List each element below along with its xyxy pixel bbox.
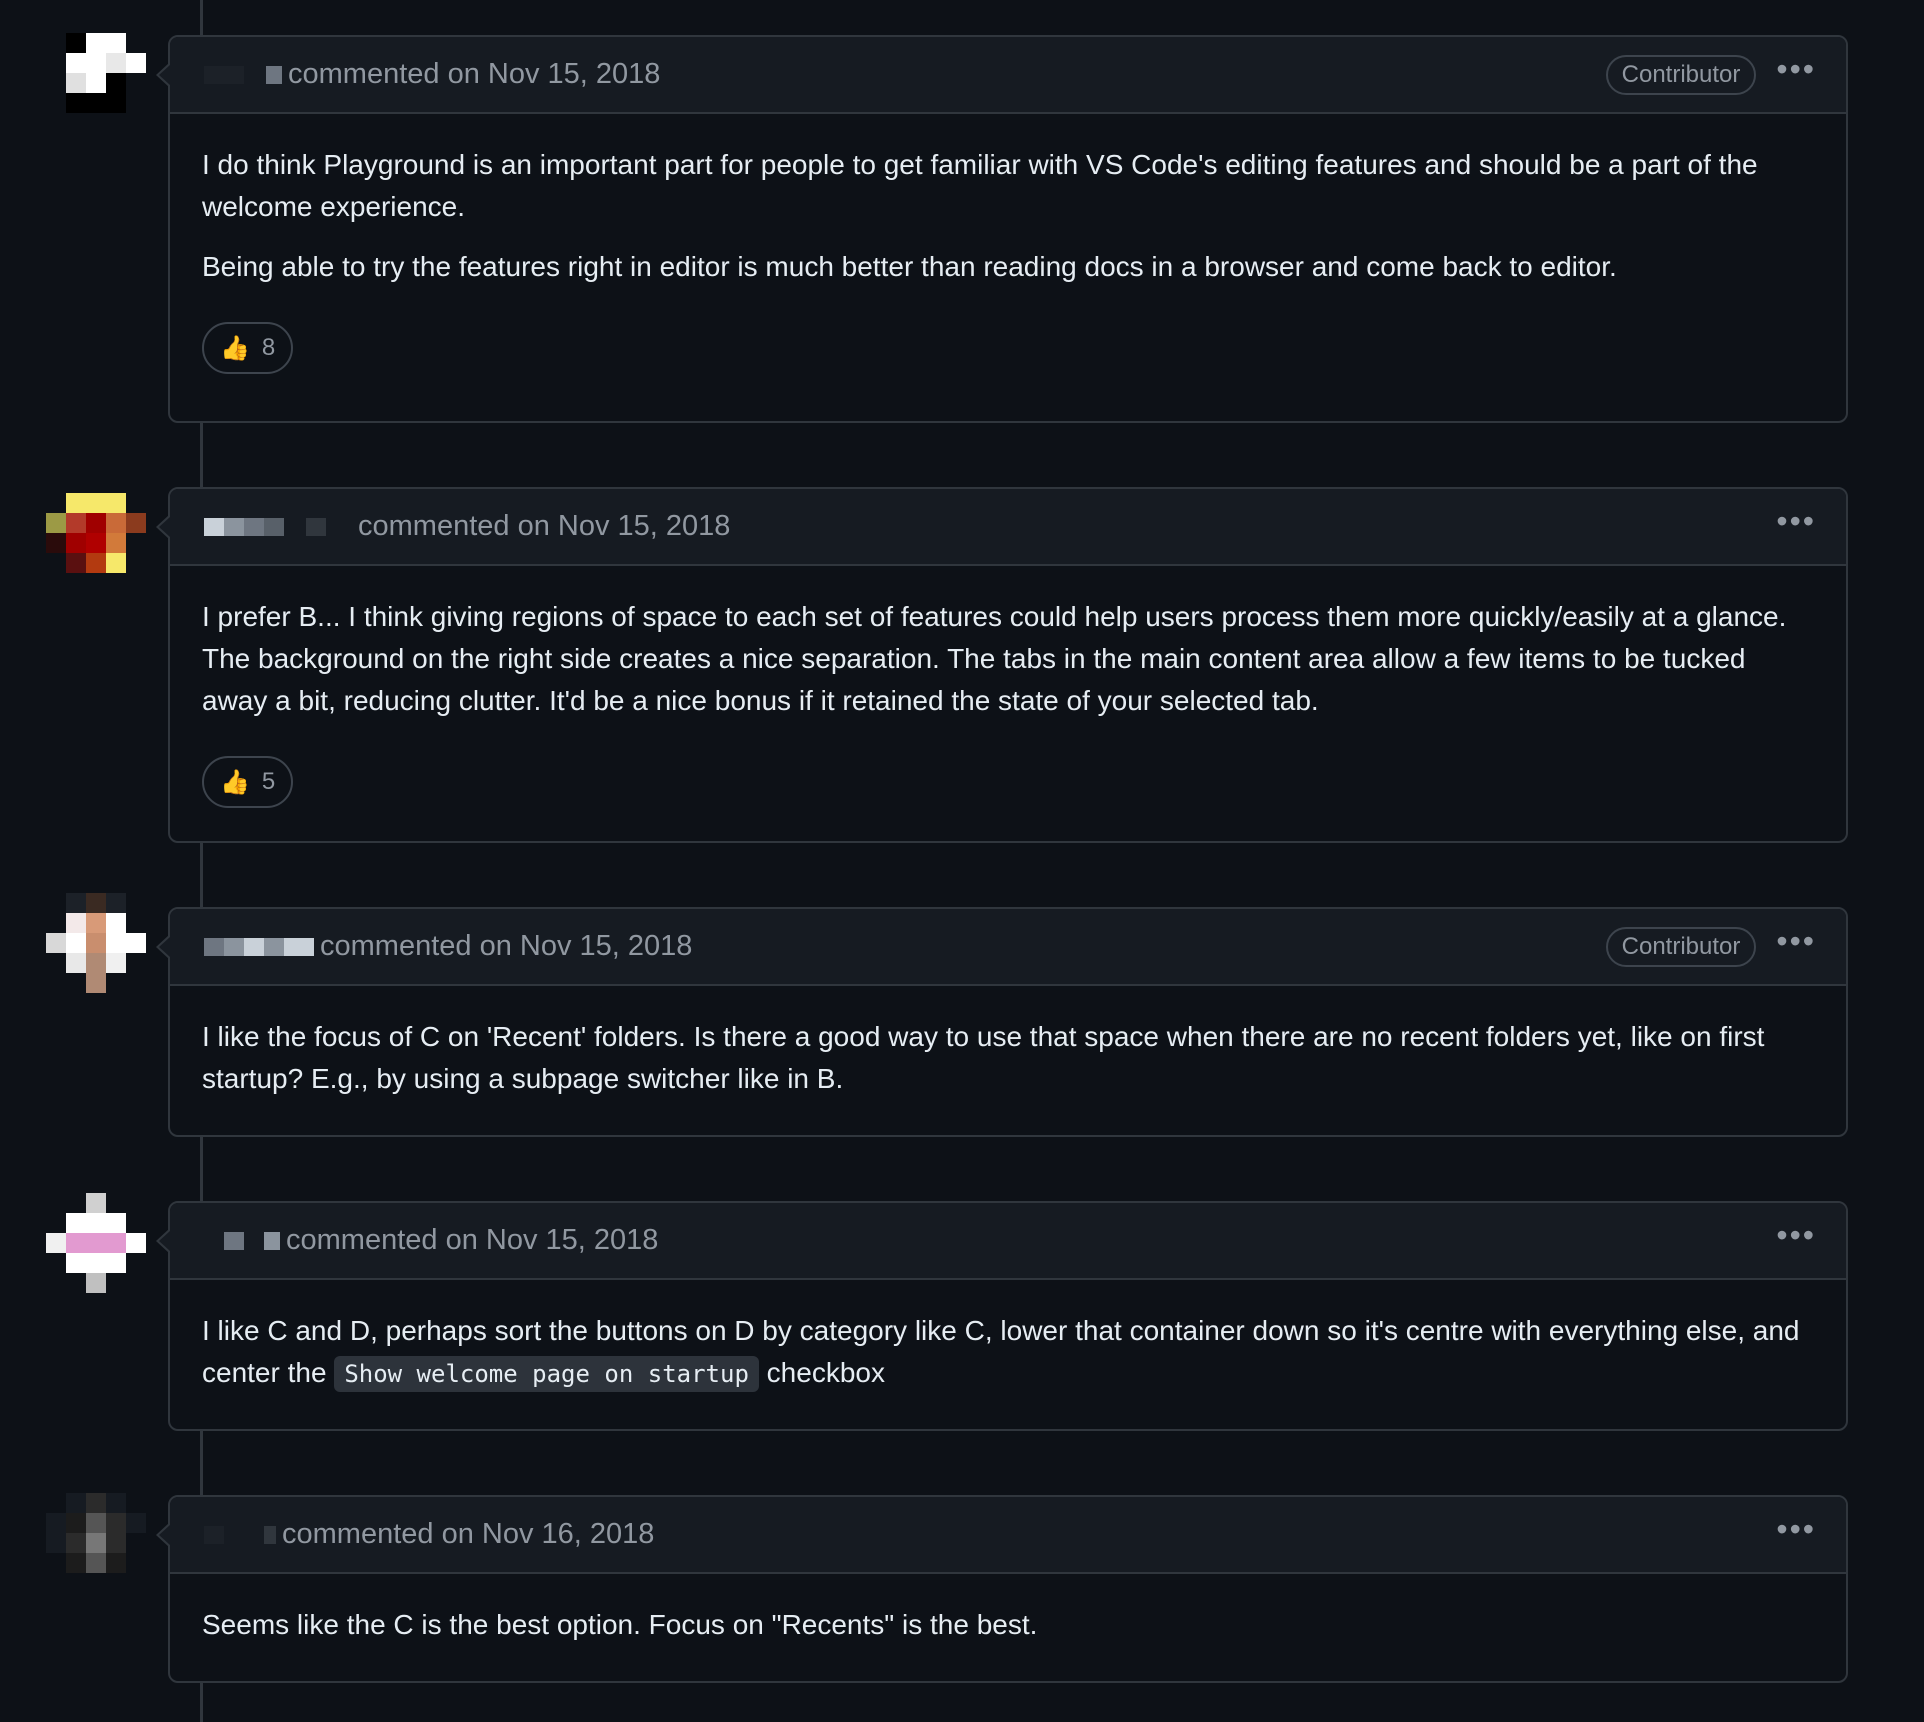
comment-paragraph: I like C and D, perhaps sort the buttons…	[202, 1310, 1814, 1395]
comment-box: commented on Nov 15, 2018 ••• I like C a…	[156, 1201, 1848, 1431]
comment-timestamp[interactable]: commented on Nov 15, 2018	[358, 510, 730, 543]
comment-timestamp[interactable]: commented on Nov 16, 2018	[282, 1518, 654, 1551]
kebab-horizontal-icon[interactable]: •••	[1776, 53, 1816, 97]
comment-header: commented on Nov 16, 2018 •••	[170, 1497, 1846, 1574]
author-name-redacted[interactable]	[204, 517, 326, 536]
author-name-redacted[interactable]	[204, 937, 314, 956]
avatar[interactable]	[66, 33, 146, 113]
thumbs-up-icon: 👍	[220, 334, 250, 362]
comment-paragraph: Being able to try the features right in …	[202, 251, 1617, 282]
comment-paragraph: I do think Playground is an important pa…	[202, 149, 1758, 222]
comment-timestamp[interactable]: commented on Nov 15, 2018	[320, 930, 692, 963]
comment-header: commented on Nov 15, 2018 Contributor ••…	[170, 37, 1846, 114]
reaction-button[interactable]: 👍 8	[202, 322, 294, 374]
kebab-horizontal-icon[interactable]: •••	[1776, 505, 1816, 549]
comment-paragraph: I like the focus of C on 'Recent' folder…	[202, 1021, 1765, 1094]
avatar[interactable]	[46, 893, 146, 993]
comment-box: commented on Nov 15, 2018 Contributor ••…	[156, 35, 1848, 423]
comment-body: I like C and D, perhaps sort the buttons…	[170, 1280, 1846, 1427]
author-name-redacted[interactable]	[204, 65, 282, 84]
avatar[interactable]	[46, 1193, 146, 1293]
avatar[interactable]	[46, 493, 146, 593]
avatar[interactable]	[46, 1493, 146, 1593]
comment-text: checkbox	[766, 1357, 885, 1388]
author-name-redacted[interactable]	[204, 1525, 276, 1544]
kebab-horizontal-icon[interactable]: •••	[1776, 1513, 1816, 1557]
comment-timeline: commented on Nov 15, 2018 Contributor ••…	[0, 0, 1924, 1722]
comment-header: commented on Nov 15, 2018 •••	[170, 1203, 1846, 1280]
comment-body: I do think Playground is an important pa…	[170, 114, 1846, 406]
thumbs-up-icon: 👍	[220, 768, 250, 796]
kebab-horizontal-icon[interactable]: •••	[1776, 1219, 1816, 1263]
reaction-button[interactable]: 👍 5	[202, 756, 294, 808]
comment-timestamp[interactable]: commented on Nov 15, 2018	[286, 1224, 658, 1257]
comment-box: commented on Nov 16, 2018 ••• Seems like…	[156, 1495, 1848, 1683]
comment-box: commented on Nov 15, 2018 Contributor ••…	[156, 907, 1848, 1137]
comment-timestamp[interactable]: commented on Nov 15, 2018	[288, 58, 660, 91]
contributor-badge: Contributor	[1605, 926, 1757, 967]
comment-body: I like the focus of C on 'Recent' folder…	[170, 986, 1846, 1132]
comment-header: commented on Nov 15, 2018 Contributor ••…	[170, 909, 1846, 986]
comment-body: Seems like the C is the best option. Foc…	[170, 1574, 1846, 1678]
comment-paragraph: Seems like the C is the best option. Foc…	[202, 1609, 1038, 1640]
comment-paragraph: I prefer B... I think giving regions of …	[202, 601, 1787, 716]
contributor-badge: Contributor	[1605, 54, 1757, 95]
inline-code: Show welcome page on startup	[334, 1356, 759, 1392]
reaction-count: 8	[261, 334, 276, 361]
comment-box: commented on Nov 15, 2018 ••• I prefer B…	[156, 487, 1848, 843]
comment-body: I prefer B... I think giving regions of …	[170, 566, 1846, 840]
author-name-redacted[interactable]	[204, 1231, 280, 1250]
reaction-count: 5	[261, 768, 276, 795]
comment-header: commented on Nov 15, 2018 •••	[170, 489, 1846, 566]
kebab-horizontal-icon[interactable]: •••	[1776, 925, 1816, 969]
